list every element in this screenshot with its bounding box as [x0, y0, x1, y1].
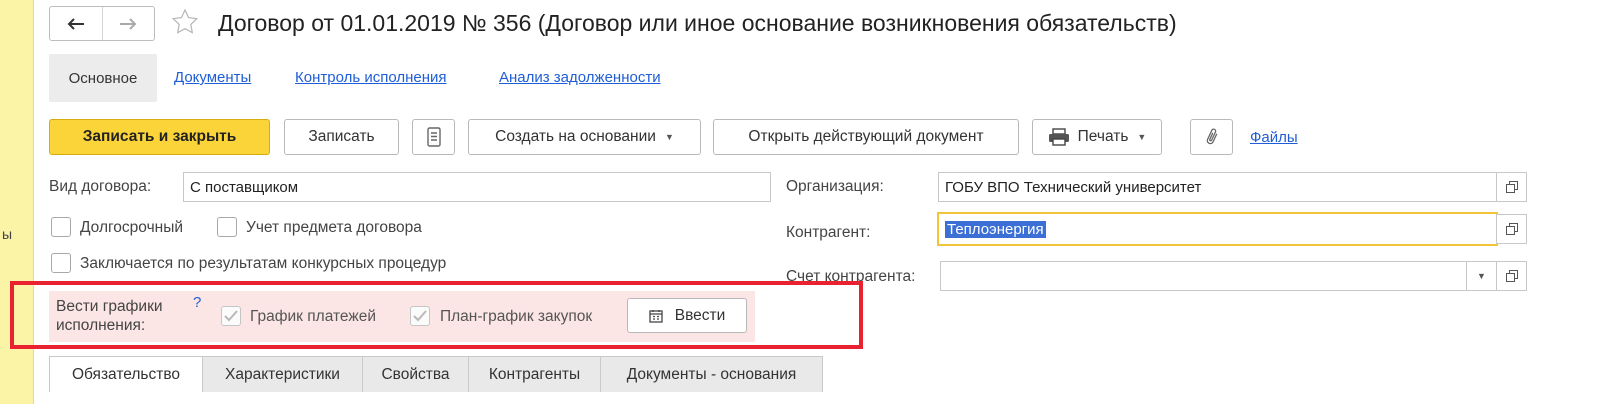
save-button[interactable]: Записать — [284, 119, 399, 155]
chevron-down-icon: ▼ — [1137, 132, 1147, 142]
tab-documents[interactable]: Документы — [174, 69, 251, 86]
print-label: Печать — [1077, 128, 1129, 145]
organization-open-button[interactable] — [1496, 172, 1527, 202]
create-based-on-label: Создать на основании — [495, 128, 656, 145]
chevron-down-icon: ▼ — [1477, 271, 1486, 281]
open-form-icon — [1505, 181, 1518, 193]
counterparty-account-open-button[interactable] — [1496, 261, 1527, 291]
left-panel-text: ы — [2, 226, 13, 242]
back-button[interactable] — [50, 7, 103, 40]
counterparty-account-dropdown[interactable]: ▼ — [1466, 261, 1497, 291]
tab-obligation[interactable]: Обязательство — [49, 356, 203, 392]
counterparty-open-button[interactable] — [1496, 214, 1527, 244]
organization-label: Организация: — [786, 178, 884, 195]
counterparty-value: Теплоэнергия — [945, 220, 1046, 238]
forward-button[interactable] — [103, 7, 155, 40]
chevron-down-icon: ▼ — [664, 132, 674, 142]
counterparty-field[interactable]: Теплоэнергия — [937, 212, 1498, 246]
tab-debt-analysis[interactable]: Анализ задолженности — [499, 69, 661, 86]
tender-label: Заключается по результатам конкурсных пр… — [80, 255, 447, 272]
history-navigation — [49, 6, 155, 41]
page-title: Договор от 01.01.2019 № 356 (Договор или… — [218, 10, 1177, 36]
tab-properties[interactable]: Свойства — [362, 356, 469, 392]
save-and-close-button[interactable]: Записать и закрыть — [49, 119, 270, 155]
open-current-document-button[interactable]: Открыть действующий документ — [713, 119, 1019, 155]
create-based-on-button[interactable]: Создать на основании ▼ — [468, 119, 701, 155]
tab-characteristics[interactable]: Характеристики — [202, 356, 363, 392]
contract-type-field[interactable]: С поставщиком — [183, 172, 771, 202]
list-icon — [426, 127, 441, 147]
open-form-icon — [1505, 270, 1518, 282]
long-term-label: Долгосрочный — [80, 219, 184, 236]
contract-type-label: Вид договора: — [49, 178, 152, 195]
printer-icon — [1048, 128, 1069, 146]
star-outline-icon[interactable] — [170, 7, 200, 37]
open-form-icon — [1505, 223, 1518, 235]
subject-accounting-label: Учет предмета договора — [246, 219, 422, 236]
organization-field[interactable]: ГОБУ ВПО Технический университет — [938, 172, 1497, 202]
paperclip-icon — [1206, 128, 1217, 145]
counterparty-account-field[interactable] — [940, 261, 1467, 291]
list-button[interactable] — [412, 119, 455, 155]
tab-main[interactable]: Основное — [49, 54, 157, 102]
tab-counterparties[interactable]: Контрагенты — [468, 356, 601, 392]
attach-file-button[interactable] — [1190, 119, 1233, 155]
arrow-left-icon — [67, 17, 84, 30]
subject-accounting-checkbox[interactable] — [217, 217, 237, 237]
arrow-right-icon — [120, 17, 137, 30]
print-button[interactable]: Печать ▼ — [1032, 119, 1162, 155]
tab-base-documents[interactable]: Документы - основания — [600, 356, 823, 392]
long-term-checkbox[interactable] — [51, 217, 71, 237]
tab-execution-control[interactable]: Контроль исполнения — [295, 69, 447, 86]
counterparty-label: Контрагент: — [786, 224, 871, 241]
tender-checkbox[interactable] — [51, 253, 71, 273]
highlight-frame — [10, 281, 863, 349]
files-link[interactable]: Файлы — [1250, 129, 1298, 146]
